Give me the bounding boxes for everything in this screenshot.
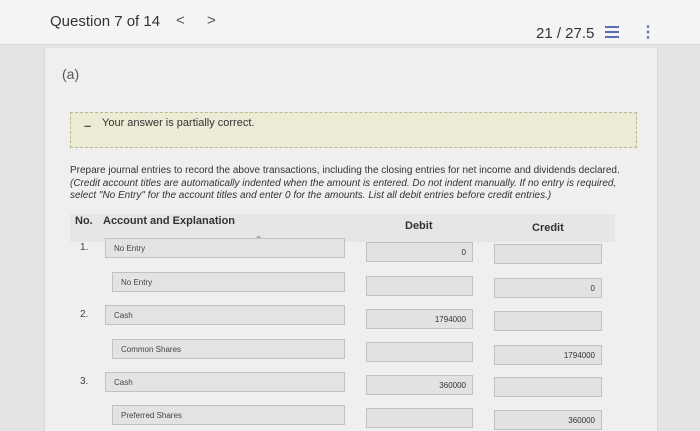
score-display: 21 / 27.5 <box>536 25 595 42</box>
entry-number: 1. <box>80 242 89 253</box>
account-value: Preferred Shares <box>121 411 182 420</box>
debit-value: 1794000 <box>434 315 466 324</box>
account-select[interactable]: Cash <box>105 305 345 325</box>
question-list-icon[interactable] <box>605 26 619 41</box>
debit-value: 360000 <box>439 381 466 390</box>
instructions-italic: (Credit account titles are automatically… <box>70 177 617 202</box>
debit-input[interactable]: 0 <box>366 242 473 262</box>
part-label: (a) <box>62 66 80 82</box>
account-value: No Entry <box>121 278 153 287</box>
entry-number: 3. <box>80 376 89 387</box>
credit-input[interactable]: 1794000 <box>494 345 602 365</box>
debit-input[interactable] <box>366 276 473 296</box>
entry-number: 2. <box>80 309 89 320</box>
credit-input[interactable] <box>494 311 602 331</box>
more-options-icon[interactable]: ⋮ <box>640 22 656 42</box>
debit-input[interactable]: 1794000 <box>366 309 473 329</box>
account-select[interactable]: Cash <box>105 372 345 392</box>
account-select[interactable]: No Entry <box>112 272 345 292</box>
account-value: Common Shares <box>121 345 182 354</box>
column-no: No. <box>75 215 93 227</box>
column-debit: Debit <box>405 220 433 232</box>
instructions: Prepare journal entries to record the ab… <box>70 165 630 203</box>
next-question-button[interactable]: > <box>207 12 216 29</box>
credit-input[interactable] <box>494 244 602 264</box>
account-select[interactable]: No Entry <box>105 238 345 258</box>
account-value: Cash <box>114 311 133 320</box>
partial-correct-icon: – <box>84 118 92 133</box>
column-credit: Credit <box>532 222 564 234</box>
account-value: Cash <box>114 378 133 387</box>
column-account: Account and Explanation <box>103 215 236 227</box>
credit-input[interactable] <box>494 377 602 397</box>
credit-input[interactable]: 0 <box>494 278 602 298</box>
credit-input[interactable]: 360000 <box>494 410 602 430</box>
debit-input[interactable]: 360000 <box>366 375 473 395</box>
account-select[interactable]: Preferred Shares <box>112 405 345 425</box>
debit-input[interactable] <box>366 342 473 362</box>
credit-value: 0 <box>590 284 595 293</box>
previous-question-button[interactable]: < <box>176 12 185 29</box>
credit-value: 1794000 <box>563 351 595 360</box>
credit-value: 360000 <box>568 416 595 425</box>
account-value: No Entry <box>114 244 146 253</box>
feedback-text: Your answer is partially correct. <box>102 117 255 129</box>
question-header: Question 7 of 14 < > 21 / 27.5 ⋮ <box>0 0 700 45</box>
debit-value: 0 <box>461 248 466 257</box>
instructions-main: Prepare journal entries to record the ab… <box>70 165 620 176</box>
account-select[interactable]: Common Shares <box>112 339 345 359</box>
debit-input[interactable] <box>366 408 473 428</box>
question-label: Question 7 of 14 <box>50 13 161 30</box>
